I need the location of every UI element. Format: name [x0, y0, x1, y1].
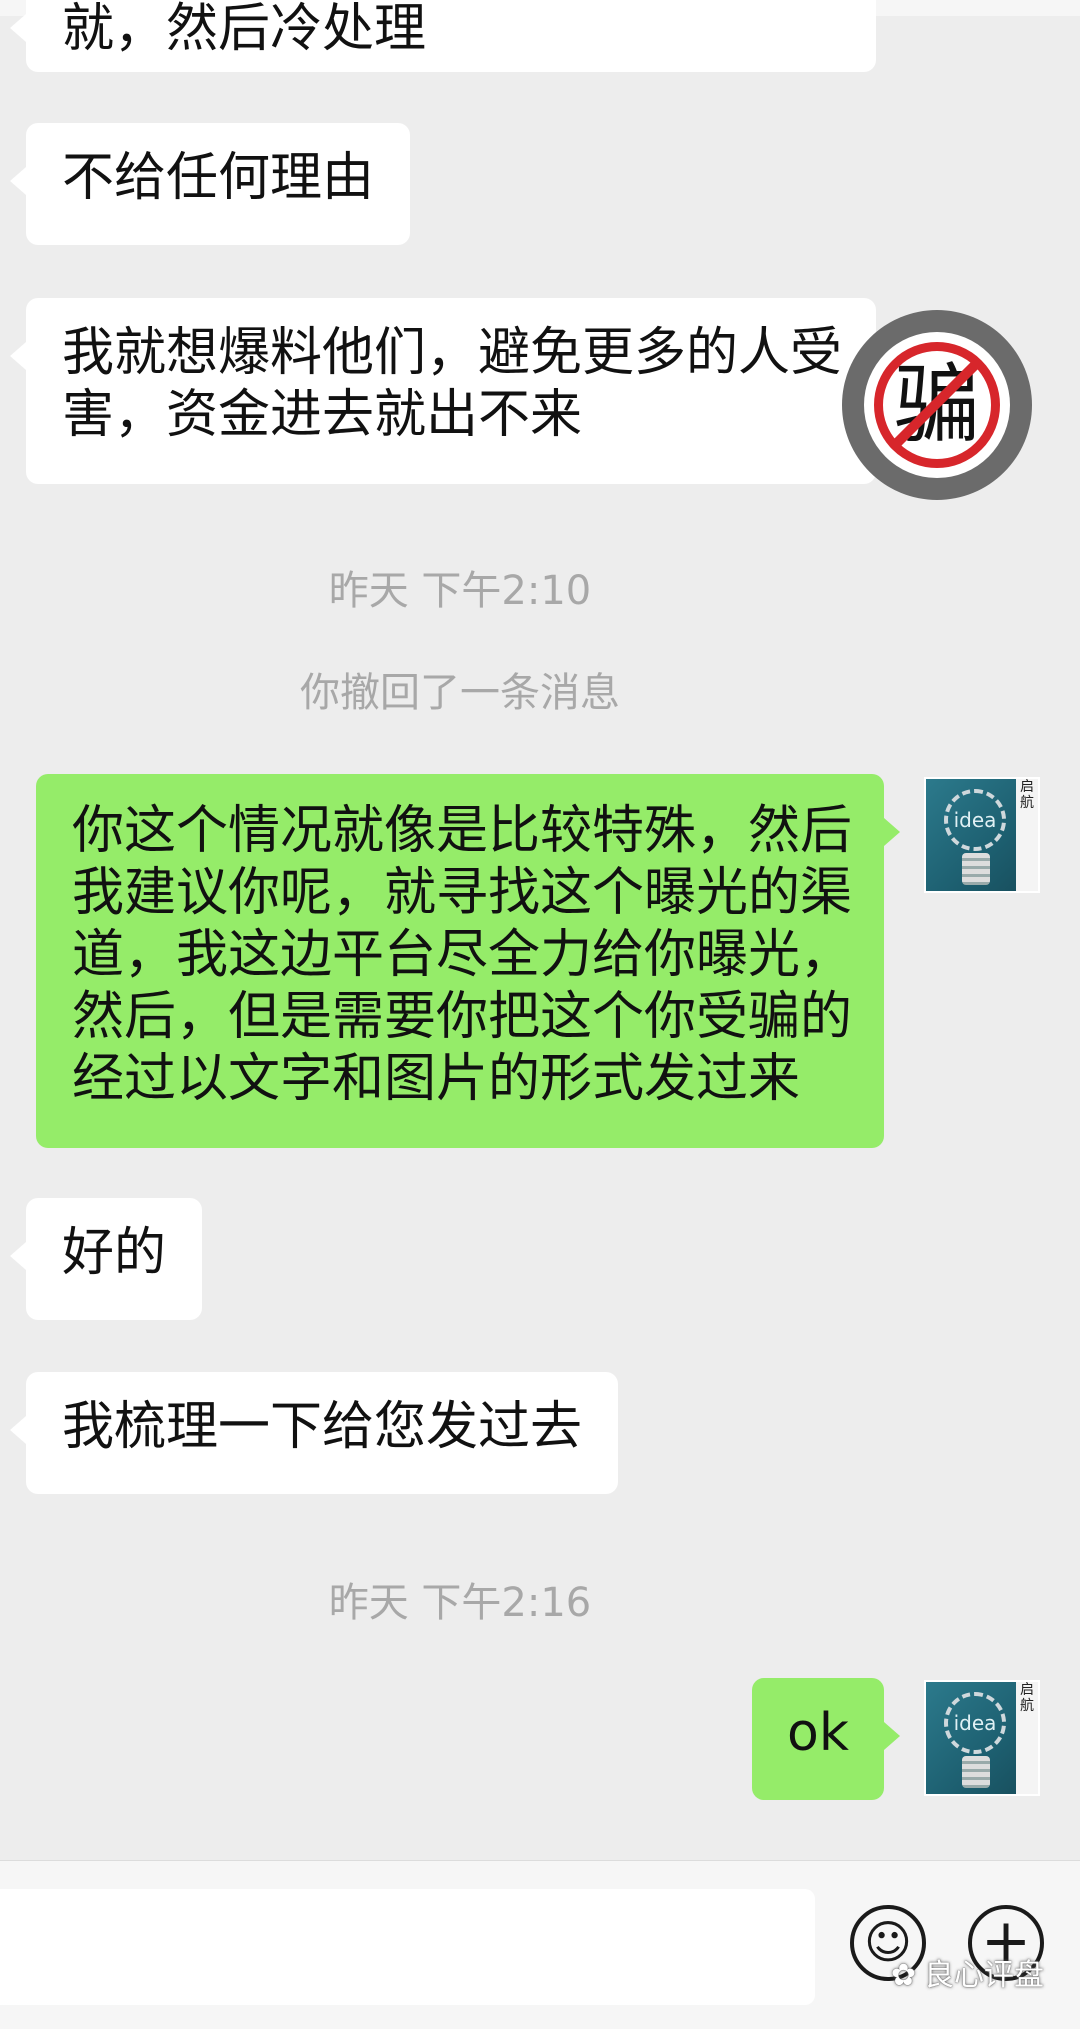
wechat-icon: ✿	[890, 1958, 916, 1993]
idea-bulb-icon: idea	[944, 789, 1006, 851]
message-bubble-1[interactable]: 就，然后冷处理	[10, 0, 876, 72]
message-input[interactable]	[0, 1889, 815, 2005]
message-bubble-6[interactable]: 我梳理一下给您发过去	[10, 1372, 618, 1494]
message-text: ok	[787, 1703, 849, 1763]
message-bubble-2[interactable]: 不给任何理由	[10, 123, 410, 245]
message-text: 然后，但是需要你把这个你受骗的	[72, 987, 853, 1047]
message-text: 我梳理一下给您发过去	[62, 1397, 583, 1457]
bulb-base-icon	[962, 1756, 990, 1788]
input-toolbar: ☺ +	[0, 1860, 1080, 2029]
avatar-side-label: 启 航	[1016, 779, 1038, 891]
message-bubble-7[interactable]: ok	[752, 1678, 900, 1800]
watermark: ✿ 良心评盘	[891, 1950, 1044, 1994]
badge-inner: 骗	[864, 332, 1010, 478]
message-text: 我就想爆料他们，避免更多的人受	[62, 323, 843, 383]
message-text: 你这个情况就像是比较特殊，然后	[72, 801, 853, 861]
message-text: 好的	[62, 1223, 167, 1283]
message-text: 道，我这边平台尽全力给你曝光，	[72, 925, 853, 985]
message-text: 害，资金进去就出不来	[62, 385, 583, 445]
message-text: 经过以文字和图片的形式发过来	[72, 1049, 801, 1109]
scam-warning-badge: 骗	[842, 310, 1032, 500]
avatar-side-label: 启 航	[1016, 1682, 1038, 1794]
idea-bulb-icon: idea	[944, 1692, 1006, 1754]
message-bubble-5[interactable]: 好的	[10, 1198, 202, 1320]
message-text: 我建议你呢，就寻找这个曝光的渠	[72, 863, 853, 923]
timestamp: 昨天 下午2:10	[328, 568, 592, 614]
message-bubble-4[interactable]: 你这个情况就像是比较特殊，然后 我建议你呢，就寻找这个曝光的渠 道，我这边平台尽…	[36, 774, 900, 1148]
chat-screen: 就，然后冷处理 不给任何理由 我就想爆料他们，避免更多的人受 害，资金进去就出不…	[0, 0, 1080, 2029]
recall-notice: 你撤回了一条消息	[300, 670, 620, 716]
bulb-base-icon	[962, 853, 990, 885]
message-text: 不给任何理由	[62, 148, 375, 208]
avatar[interactable]: idea 启 航	[924, 777, 1040, 893]
timestamp: 昨天 下午2:16	[328, 1580, 592, 1626]
watermark-text: 良心评盘	[924, 1958, 1044, 1993]
message-text: 就，然后冷处理	[62, 0, 427, 59]
avatar[interactable]: idea 启 航	[924, 1680, 1040, 1796]
message-bubble-3[interactable]: 我就想爆料他们，避免更多的人受 害，资金进去就出不来	[10, 298, 876, 484]
